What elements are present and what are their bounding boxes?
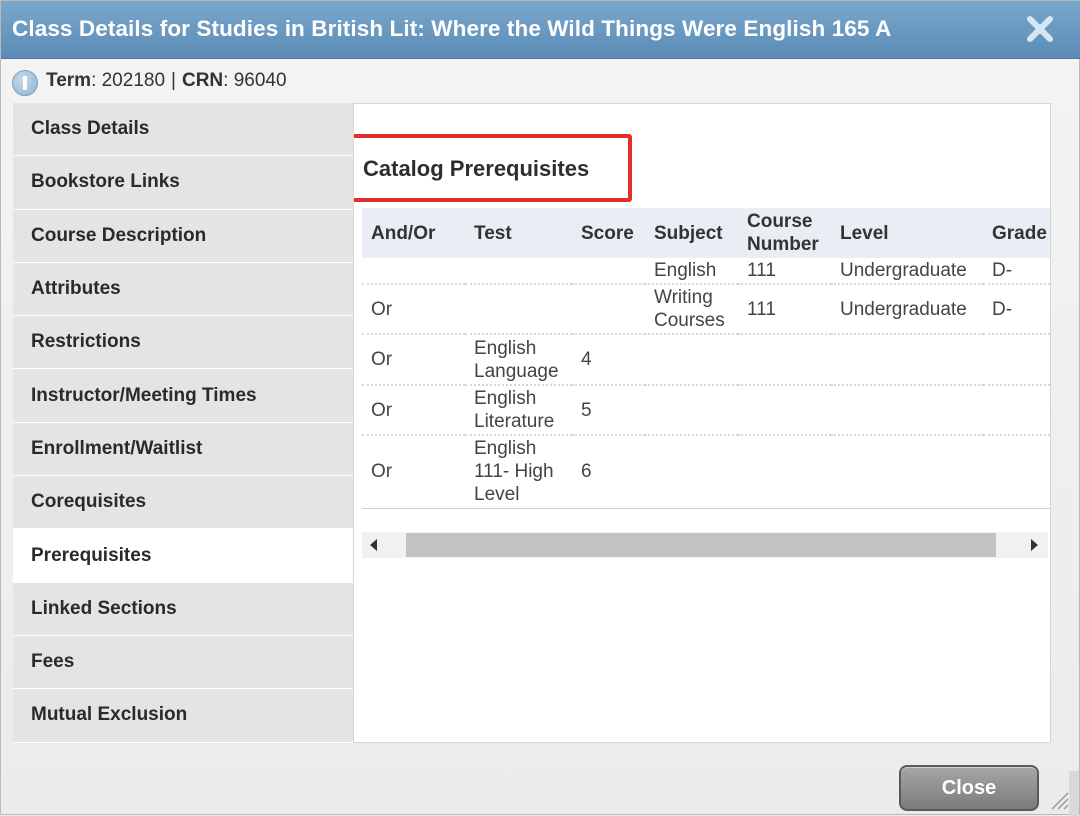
term-separator: | <box>171 70 176 91</box>
scroll-right-arrow-icon[interactable] <box>1031 539 1038 551</box>
catalog-prerequisites-heading: Catalog Prerequisites <box>363 156 590 181</box>
cell-andor: Or <box>362 385 465 436</box>
cell-level: Undergraduate <box>831 258 983 285</box>
cell-course-number <box>738 334 831 386</box>
cell-subject <box>645 435 738 509</box>
sidebar-item-prerequisites[interactable]: Prerequisites <box>13 529 353 583</box>
dialog-titlebar: Class Details for Studies in British Lit… <box>1 1 1080 59</box>
column-header-test[interactable]: Test <box>465 208 572 258</box>
cell-grade <box>983 385 1050 436</box>
cell-grade <box>983 435 1050 509</box>
sidebar-item-corequisites[interactable]: Corequisites <box>13 476 353 530</box>
sidebar-item-bookstore-links[interactable]: Bookstore Links <box>13 156 353 210</box>
scrollbar-thumb[interactable] <box>406 533 996 557</box>
cell-test: English 111- High Level <box>465 435 572 509</box>
sidebar-item-fees[interactable]: Fees <box>13 635 353 690</box>
cell-level: Undergraduate <box>831 284 983 335</box>
term-label: Term <box>46 70 92 91</box>
info-icon <box>12 70 38 96</box>
cell-andor: Or <box>362 435 465 509</box>
cell-grade <box>983 334 1050 386</box>
term-value: : 202180 <box>91 70 166 91</box>
cell-test <box>465 284 572 335</box>
cell-grade: D- <box>983 258 1050 285</box>
cell-subject <box>645 385 738 436</box>
sidebar-item-attributes[interactable]: Attributes <box>13 262 353 317</box>
cell-level <box>831 385 983 436</box>
table-row: Or English Literature 5 <box>362 385 1050 436</box>
cell-test: English Language <box>465 334 572 386</box>
sidebar-item-restrictions[interactable]: Restrictions <box>13 316 353 370</box>
resize-grip-icon[interactable] <box>1047 788 1069 810</box>
table-row: Or Writing Courses 111 Undergraduate D- <box>362 284 1050 335</box>
cell-course-number <box>738 435 831 509</box>
cell-course-number: 111 <box>738 258 831 285</box>
table-row: English 111 Undergraduate D- <box>362 258 1050 285</box>
cell-subject <box>645 334 738 386</box>
sidebar-item-instructor-meeting-times[interactable]: Instructor/Meeting Times <box>13 369 353 423</box>
table-row: Or English 111- High Level 6 <box>362 435 1050 509</box>
cell-subject: Writing Courses <box>645 284 738 335</box>
term-info: Term : 202180 | CRN : 96040 <box>12 67 287 96</box>
cell-course-number <box>738 385 831 436</box>
prerequisites-panel: Catalog Prerequisites And/Or Test Score … <box>353 103 1051 743</box>
cell-score: 6 <box>572 435 645 509</box>
sidebar-item-course-description[interactable]: Course Description <box>13 209 353 263</box>
cell-andor: Or <box>362 284 465 335</box>
cell-score: 4 <box>572 334 645 386</box>
column-header-score[interactable]: Score <box>572 208 645 258</box>
cell-andor <box>362 258 465 285</box>
table-row: Or English Language 4 <box>362 334 1050 386</box>
column-header-course-number[interactable]: Course Number <box>738 208 831 258</box>
cell-test <box>465 258 572 285</box>
crn-value: : 96040 <box>223 70 287 91</box>
close-icon[interactable] <box>1025 14 1055 44</box>
sidebar-item-class-details[interactable]: Class Details <box>13 103 353 157</box>
details-sidebar: Class Details Bookstore Links Course Des… <box>13 103 353 743</box>
sidebar-item-enrollment-waitlist[interactable]: Enrollment/Waitlist <box>13 422 353 477</box>
cell-andor: Or <box>362 334 465 386</box>
close-button[interactable]: Close <box>899 765 1039 811</box>
cell-level <box>831 334 983 386</box>
cell-course-number: 111 <box>738 284 831 335</box>
column-header-level[interactable]: Level <box>831 208 983 258</box>
dialog-title: Class Details for Studies in British Lit… <box>12 16 892 41</box>
page-scrollbar[interactable] <box>1069 771 1079 816</box>
column-header-grade[interactable]: Grade <box>983 208 1050 258</box>
horizontal-scrollbar[interactable] <box>362 532 1048 558</box>
cell-score <box>572 284 645 335</box>
prerequisites-table: And/Or Test Score Subject Course Number … <box>362 208 1050 509</box>
scroll-left-arrow-icon[interactable] <box>370 539 377 551</box>
cell-score <box>572 258 645 285</box>
cell-level <box>831 435 983 509</box>
cell-grade: D- <box>983 284 1050 335</box>
cell-test: English Literature <box>465 385 572 436</box>
cell-score: 5 <box>572 385 645 436</box>
column-header-andor[interactable]: And/Or <box>362 208 465 258</box>
table-header-row: And/Or Test Score Subject Course Number … <box>362 208 1050 258</box>
sidebar-item-linked-sections[interactable]: Linked Sections <box>13 582 353 636</box>
crn-label: CRN <box>181 70 224 91</box>
cell-subject: English <box>645 258 738 285</box>
sidebar-item-mutual-exclusion[interactable]: Mutual Exclusion <box>13 689 353 743</box>
column-header-subject[interactable]: Subject <box>645 208 738 258</box>
class-details-dialog: Class Details for Studies in British Lit… <box>0 0 1080 816</box>
